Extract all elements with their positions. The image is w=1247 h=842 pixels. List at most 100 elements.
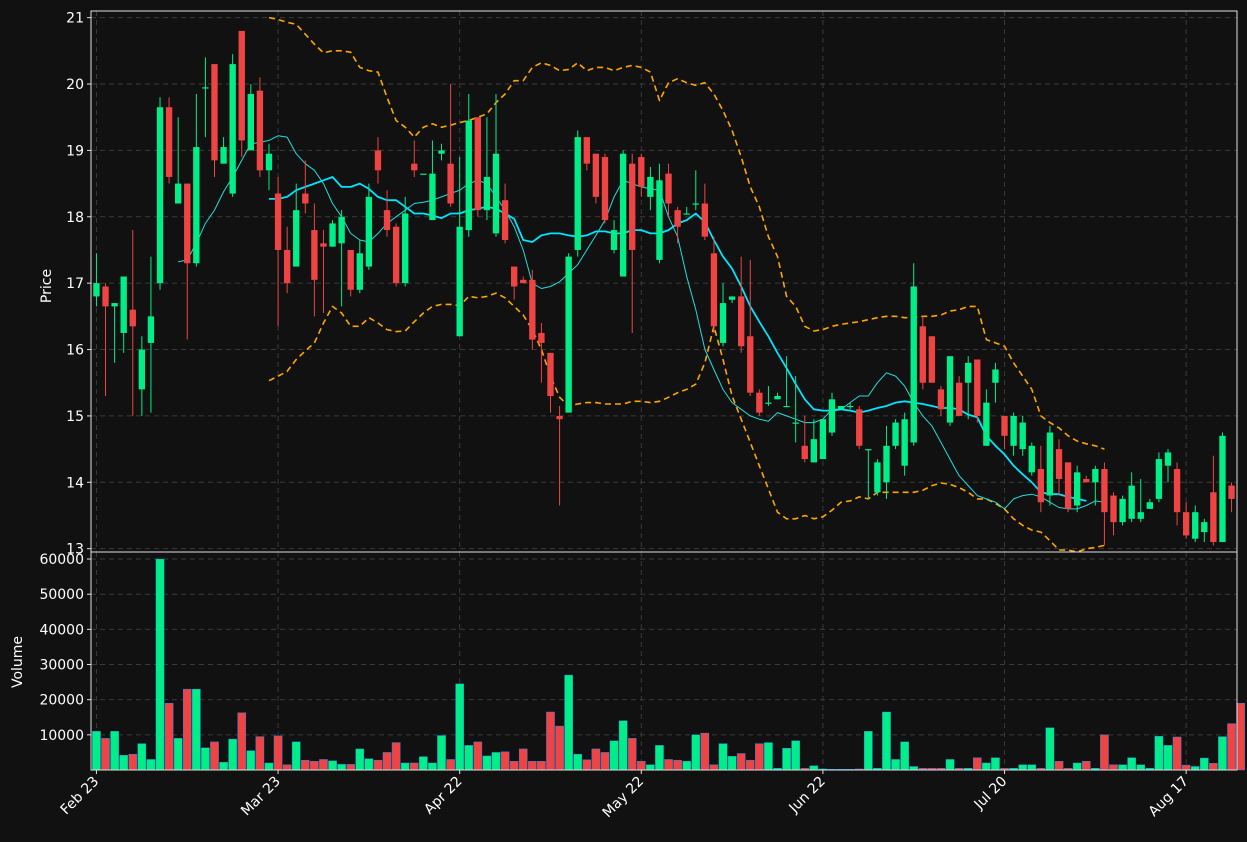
volume-bar — [627, 738, 637, 771]
candle — [1055, 439, 1063, 496]
candle-body — [556, 415, 563, 420]
candle — [229, 54, 236, 197]
candle — [865, 449, 872, 499]
candle-body — [610, 230, 618, 250]
candle-body — [819, 419, 827, 460]
volume-bar — [246, 750, 256, 771]
candle-body — [892, 422, 899, 446]
candle — [856, 405, 863, 450]
price-candles — [93, 30, 1235, 546]
price-tick-label: 20 — [66, 77, 84, 93]
volume-bar — [291, 741, 301, 771]
volume-bar — [646, 764, 655, 771]
candle — [238, 30, 245, 158]
candle-body — [420, 173, 427, 175]
candle — [583, 137, 590, 171]
candle — [992, 362, 999, 403]
volume-bar — [409, 762, 419, 771]
volume-bar — [255, 736, 265, 771]
volume-bar — [355, 748, 365, 771]
volume-bar — [128, 753, 138, 771]
candle-body — [165, 107, 173, 177]
volume-tick-label: 50000 — [39, 587, 84, 603]
candle — [874, 459, 881, 496]
candle-body — [438, 150, 445, 154]
volume-bar — [1127, 757, 1136, 771]
candle-body — [302, 193, 309, 204]
candle-body — [792, 422, 799, 424]
candle — [629, 153, 636, 333]
candle-body — [828, 399, 836, 433]
candle — [774, 392, 781, 400]
volume-bar — [1054, 761, 1064, 771]
volume-bar — [1190, 766, 1200, 771]
volume-bar — [101, 738, 110, 771]
candle — [647, 166, 654, 211]
volume-bar — [419, 756, 428, 771]
candle — [1192, 505, 1199, 543]
candle-body — [274, 193, 282, 250]
volume-bar — [482, 755, 492, 771]
volume-bar — [691, 734, 701, 771]
candle — [510, 266, 518, 300]
candle-body — [365, 196, 373, 267]
price-tick-label: 17 — [66, 276, 84, 292]
candle — [1210, 455, 1217, 546]
candle — [610, 220, 618, 254]
candle — [919, 316, 926, 390]
candle-body — [111, 303, 118, 307]
candle-body — [1219, 435, 1226, 543]
candle-body — [256, 90, 264, 171]
candle-body — [974, 359, 981, 416]
volume-bar — [310, 761, 319, 771]
candle-body — [1210, 492, 1217, 543]
volume-bar — [755, 743, 764, 771]
candle — [147, 256, 155, 413]
volume-bar — [1045, 727, 1055, 771]
candle-body — [1073, 472, 1081, 506]
volume-bar — [991, 757, 1000, 771]
x-tick-label: Apr 22 — [421, 774, 465, 818]
candle-body — [747, 336, 754, 393]
volume-bar — [909, 766, 919, 771]
volume-bar — [400, 762, 410, 771]
candle — [456, 157, 463, 337]
candle — [193, 93, 200, 267]
volume-bar — [1236, 702, 1245, 771]
volume-bar — [664, 759, 673, 771]
candle — [420, 173, 427, 175]
volume-bar — [718, 743, 728, 771]
volume-bar — [182, 688, 192, 771]
candle — [810, 419, 818, 463]
candle — [174, 117, 182, 204]
candle-body — [429, 173, 436, 221]
volume-bar — [1136, 764, 1146, 771]
candle — [1046, 425, 1054, 506]
candle — [111, 303, 118, 363]
candle — [1001, 415, 1008, 450]
volume-bar — [264, 762, 274, 771]
candle — [1010, 412, 1017, 456]
candle — [819, 419, 827, 460]
candle — [374, 137, 382, 184]
volume-bar — [1018, 764, 1027, 771]
candle — [1028, 442, 1035, 476]
candle-body — [329, 223, 336, 247]
volume-bar — [428, 762, 437, 771]
candle — [383, 190, 391, 237]
candle-body — [946, 356, 954, 423]
volume-bar — [673, 759, 682, 771]
candle — [1083, 475, 1090, 483]
candle — [674, 206, 681, 244]
candle-body — [402, 213, 409, 284]
candle — [220, 137, 227, 164]
candle-body — [465, 120, 472, 231]
price-tick-label: 16 — [66, 343, 84, 359]
candle — [1173, 462, 1181, 526]
candle — [356, 240, 363, 294]
candle-body — [801, 445, 808, 460]
volume-bar — [1118, 764, 1127, 771]
candle-body — [184, 183, 191, 264]
candle-body — [1155, 459, 1163, 499]
x-tick-label: Mar 23 — [238, 774, 284, 820]
